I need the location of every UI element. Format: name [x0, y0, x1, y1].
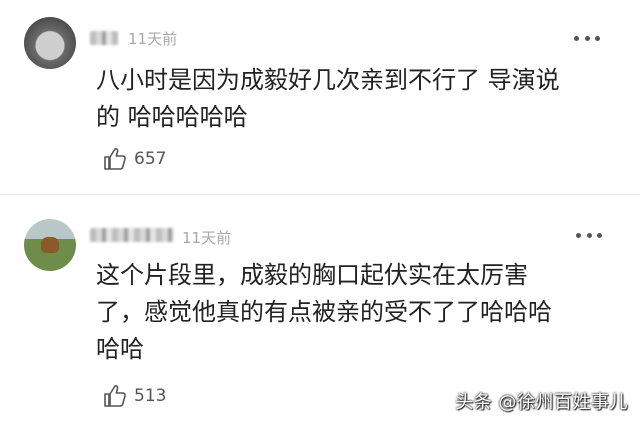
comment-text-line: 哈哈 — [96, 335, 144, 363]
comment-time: 11天前 — [182, 229, 232, 247]
thumbs-up-icon — [104, 385, 126, 407]
like-count: 513 — [134, 386, 167, 406]
like-button[interactable]: 657 — [102, 145, 166, 173]
comment-text-line: 了，感觉他真的有点被亲的受不了了哈哈哈 — [96, 298, 552, 326]
watermark: 头条 @徐州百姓事儿 — [455, 392, 628, 413]
comment-text-line: 八小时是因为成毅好几次亲到不行了 导演说 — [96, 66, 560, 94]
comment-feed: 11天前 八小时是因为成毅好几次亲到不行了 导演说 的 哈哈哈哈哈 657 11… — [0, 0, 640, 432]
comment-time: 11天前 — [128, 30, 178, 48]
comment-item: 11天前 八小时是因为成毅好几次亲到不行了 导演说 的 哈哈哈哈哈 657 — [0, 0, 640, 194]
more-dots-icon[interactable] — [574, 35, 600, 41]
comment-text-line: 的 哈哈哈哈哈 — [96, 103, 248, 131]
comment-text: 这个片段里，成毅的胸口起伏实在太厉害 了，感觉他真的有点被亲的受不了了哈哈哈 哈… — [96, 257, 596, 368]
avatar[interactable] — [24, 219, 76, 271]
like-count: 657 — [134, 149, 167, 169]
comment-text: 八小时是因为成毅好几次亲到不行了 导演说 的 哈哈哈哈哈 — [96, 62, 616, 136]
more-dots-icon[interactable] — [576, 232, 602, 238]
thumbs-up-icon — [104, 148, 126, 170]
like-button[interactable]: 513 — [102, 382, 166, 410]
comment-text-line: 这个片段里，成毅的胸口起伏实在太厉害 — [96, 261, 528, 289]
avatar[interactable] — [24, 17, 76, 69]
username-blurred[interactable] — [90, 31, 118, 45]
username-blurred[interactable] — [90, 228, 174, 242]
